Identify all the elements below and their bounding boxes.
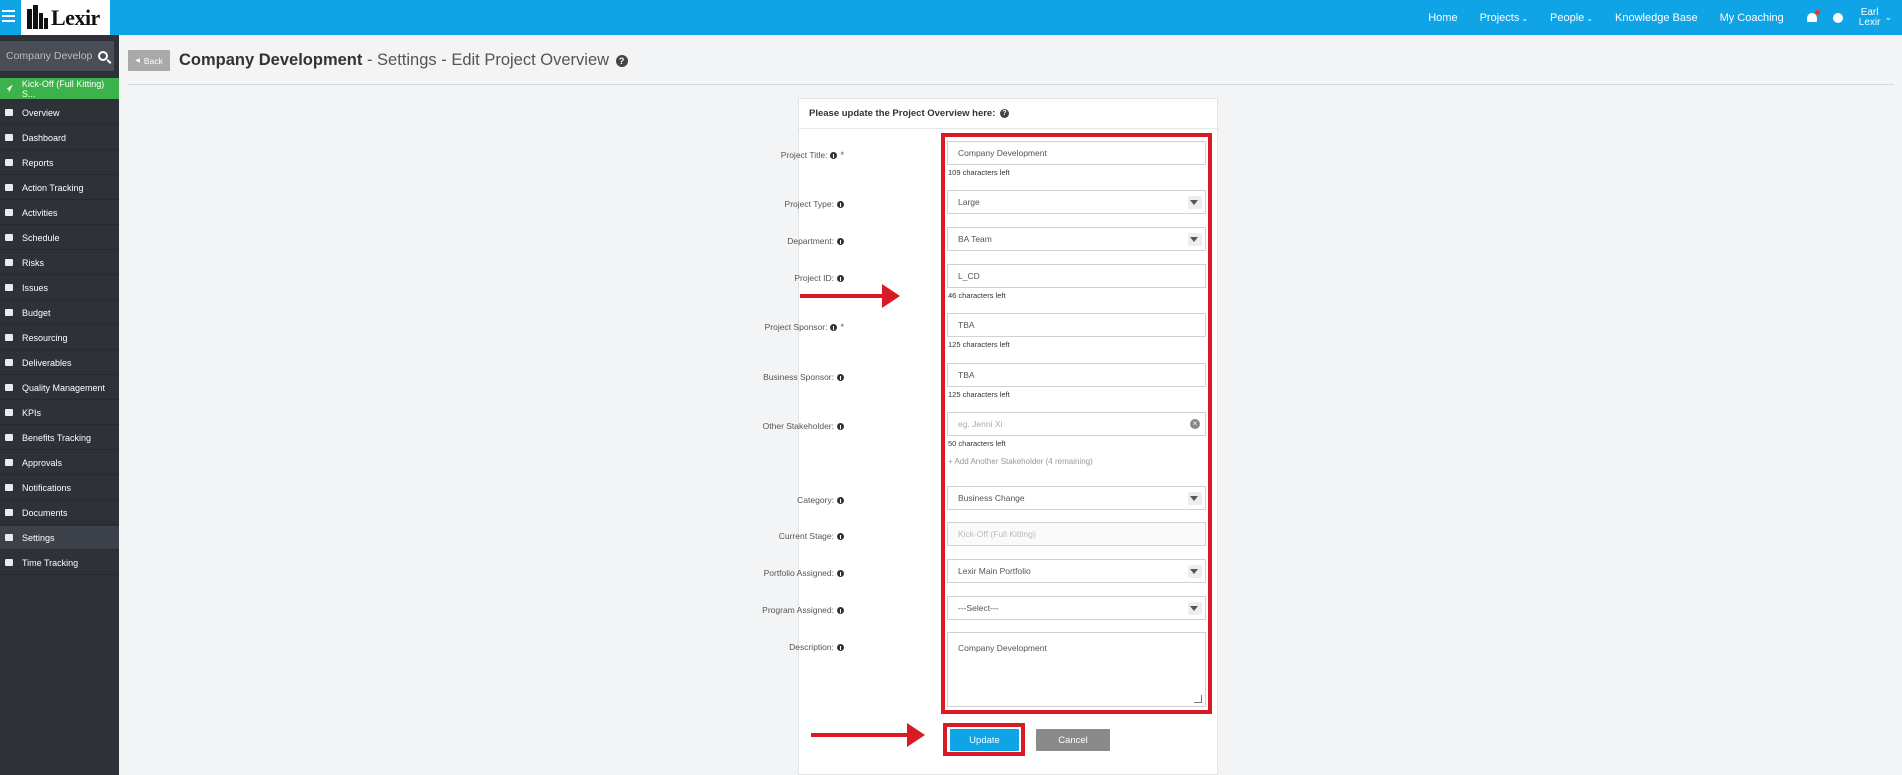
info-icon[interactable] xyxy=(837,643,844,651)
tag-icon xyxy=(5,384,13,391)
info-icon[interactable] xyxy=(837,274,844,282)
logo-icon xyxy=(27,4,49,31)
panel-heading: Please update the Project Overview here:… xyxy=(799,99,1219,129)
sidebar: Company Development Kick-Off (Full Kitti… xyxy=(0,35,119,775)
sidebar-item-documents[interactable]: Documents xyxy=(0,501,119,525)
chevron-down-icon[interactable]: ⌄ xyxy=(1884,12,1892,23)
chevron-down-icon: ⌄ xyxy=(1586,13,1593,23)
sidebar-item-approvals[interactable]: Approvals xyxy=(0,451,119,475)
nav-projects[interactable]: Projects ⌄ xyxy=(1480,12,1528,24)
user-menu[interactable]: Earl Lexir xyxy=(1859,7,1881,28)
page-title: Company Development - Settings - Edit Pr… xyxy=(179,51,628,70)
sidebar-item-resourcing[interactable]: Resourcing xyxy=(0,326,119,350)
info-icon[interactable] xyxy=(837,422,844,430)
sidebar-item-risks[interactable]: Risks xyxy=(0,251,119,275)
sidebar-item-kpis[interactable]: KPIs xyxy=(0,401,119,425)
info-icon[interactable] xyxy=(837,606,844,614)
sidebar-item-time-tracking[interactable]: Time Tracking xyxy=(0,551,119,575)
label-project-id: Project ID: xyxy=(794,273,844,283)
label-program-assigned: Program Assigned: xyxy=(762,605,844,615)
action-icon xyxy=(5,184,13,191)
sidebar-project-search[interactable]: Company Development xyxy=(0,41,114,71)
sidebar-item-notifications[interactable]: Notifications xyxy=(0,476,119,500)
sidebar-item-overview[interactable]: Overview xyxy=(0,101,119,125)
nav-home[interactable]: Home xyxy=(1428,12,1457,24)
sidebar-item-schedule[interactable]: Schedule xyxy=(0,226,119,250)
sidebar-stage[interactable]: Kick-Off (Full Kitting) S... xyxy=(0,78,119,99)
bookmark-icon xyxy=(5,209,13,216)
label-project-type: Project Type: xyxy=(785,199,844,209)
sidebar-item-budget[interactable]: Budget xyxy=(0,301,119,325)
cancel-button[interactable]: Cancel xyxy=(1036,729,1110,751)
dollar-icon xyxy=(5,309,13,316)
overview-icon xyxy=(5,109,13,116)
bar-chart-icon xyxy=(5,159,13,166)
annotation-arrow xyxy=(811,723,925,747)
annotation-arrow xyxy=(800,284,900,308)
dashboard-icon xyxy=(5,134,13,141)
label-business-sponsor: Business Sponsor: xyxy=(763,372,844,382)
rocket-icon xyxy=(6,84,13,93)
help-icon[interactable]: ? xyxy=(615,54,628,67)
divider xyxy=(128,84,1894,85)
info-icon[interactable] xyxy=(837,532,844,540)
nav-my-coaching[interactable]: My Coaching xyxy=(1720,12,1784,24)
clock-icon xyxy=(5,559,13,566)
logo-text: Lexir xyxy=(51,4,100,30)
info-icon[interactable] xyxy=(830,323,838,331)
bell-icon xyxy=(5,484,13,491)
nav-people[interactable]: People ⌄ xyxy=(1550,12,1593,24)
sidebar-search-text: Company Development xyxy=(6,50,92,62)
line-chart-icon xyxy=(5,434,13,441)
sidebar-stage-label: Kick-Off (Full Kitting) S... xyxy=(21,78,105,99)
help-icon[interactable]: ? xyxy=(1000,109,1010,118)
sidebar-item-issues[interactable]: Issues xyxy=(0,276,119,300)
label-department: Department: xyxy=(787,236,844,246)
sidebar-item-quality-management[interactable]: Quality Management xyxy=(0,376,119,400)
label-description: Description: xyxy=(789,642,844,652)
notification-dot xyxy=(1814,9,1820,15)
sidebar-item-dashboard[interactable]: Dashboard xyxy=(0,126,119,150)
update-button[interactable]: Update xyxy=(950,729,1019,751)
top-nav-links: Home Projects ⌄ People ⌄ Knowledge Base My… xyxy=(1428,0,1902,35)
calendar-icon xyxy=(5,234,13,241)
sidebar-item-settings[interactable]: Settings xyxy=(0,526,119,550)
gears-icon xyxy=(5,534,13,541)
truck-icon xyxy=(5,359,13,366)
info-icon[interactable] xyxy=(837,237,844,245)
sidebar-item-reports[interactable]: Reports xyxy=(0,151,119,175)
chevron-down-icon: ⌄ xyxy=(1521,13,1529,23)
back-button[interactable]: ◀ Back xyxy=(128,50,170,71)
label-portfolio-assigned: Portfolio Assigned: xyxy=(764,568,844,578)
sidebar-item-deliverables[interactable]: Deliverables xyxy=(0,351,119,375)
folder-icon xyxy=(5,334,13,341)
label-project-sponsor: Project Sponsor: * xyxy=(764,322,844,332)
chevron-left-icon: ◀ xyxy=(135,58,140,64)
sidebar-item-benefits-tracking[interactable]: Benefits Tracking xyxy=(0,426,119,450)
label-category: Category: xyxy=(797,495,844,505)
annotation-highlight-box xyxy=(941,133,1212,714)
nav-knowledge-base[interactable]: Knowledge Base xyxy=(1615,12,1698,24)
label-current-stage: Current Stage: xyxy=(779,531,844,541)
sidebar-item-action-tracking[interactable]: Action Tracking xyxy=(0,176,119,200)
info-icon[interactable] xyxy=(837,496,844,504)
map-pin-icon xyxy=(5,259,13,266)
info-icon[interactable] xyxy=(837,200,844,208)
info-icon[interactable] xyxy=(837,373,844,381)
info-icon[interactable] xyxy=(837,569,844,577)
logo[interactable]: Lexir xyxy=(21,0,110,35)
anchor-icon xyxy=(5,409,13,416)
label-project-title: Project Title: * xyxy=(780,150,844,160)
globe-icon[interactable] xyxy=(1832,12,1843,23)
sidebar-item-activities[interactable]: Activities xyxy=(0,201,119,225)
document-icon xyxy=(5,509,13,516)
top-navbar: Lexir Home Projects ⌄ People ⌄ Knowledge B… xyxy=(0,0,1902,35)
label-other-stakeholder: Other Stakeholder: xyxy=(763,421,844,431)
gavel-icon xyxy=(5,459,13,466)
search-icon[interactable] xyxy=(98,51,108,61)
warning-icon xyxy=(5,284,13,291)
bell-icon[interactable] xyxy=(1806,9,1820,24)
info-icon[interactable] xyxy=(830,151,838,159)
menu-icon[interactable] xyxy=(2,10,15,22)
